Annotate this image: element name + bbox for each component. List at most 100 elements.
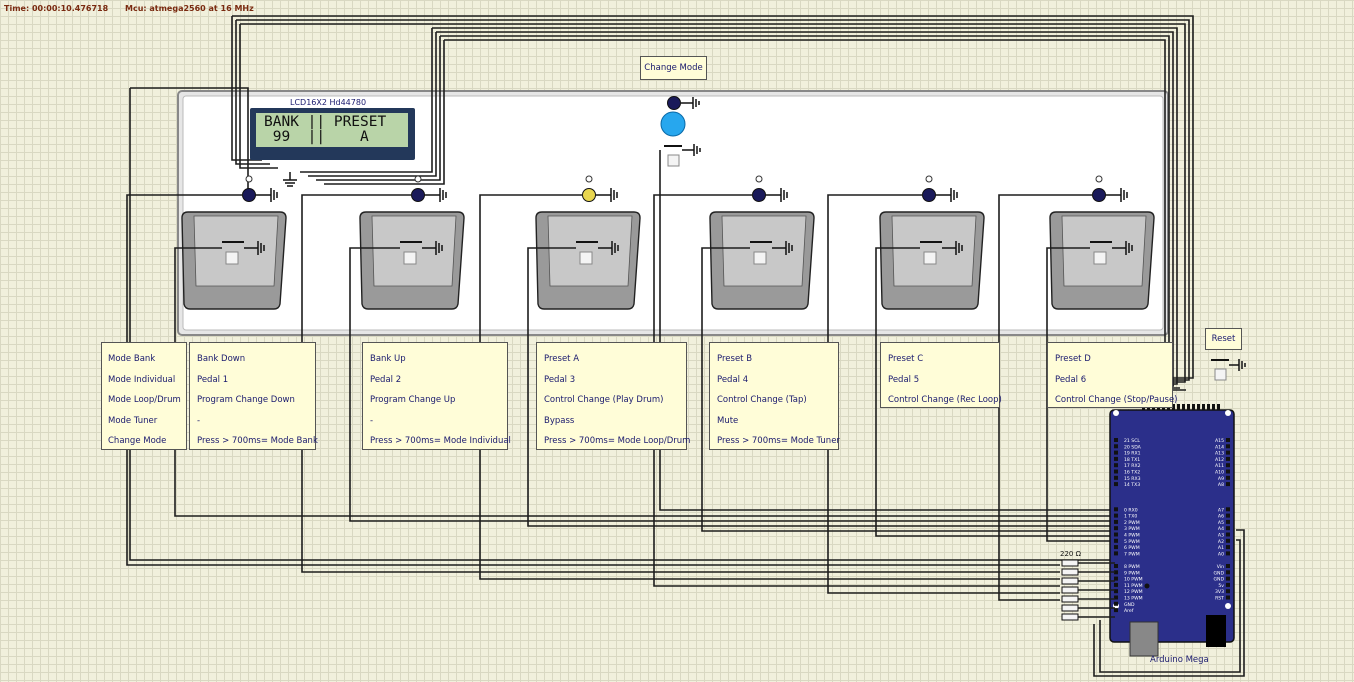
resistor [1061,595,1079,603]
note-line: - [197,415,201,426]
pin-label: GND [1124,602,1135,608]
led-icon [752,188,766,202]
note-line: Mute [717,415,739,426]
note-line: - [370,415,374,426]
pedal-6-note: Preset D Pedal 6 Control Change (Stop/Pa… [1047,342,1178,408]
note-line: Preset D [1055,354,1091,364]
resistor [1061,586,1079,594]
pedal-face [371,215,457,287]
pin-header [1114,513,1118,518]
mode-legend: Mode Bank Mode Individual Mode Loop/Drum… [101,342,187,450]
pin-header [1226,456,1230,461]
note-line: Press > 700ms= Mode Loop/Drum [544,436,691,446]
lcd-screen: BANK || PRESET 99 || A [256,113,408,147]
pin-header [1114,463,1118,468]
pin-label: 5v [1218,583,1224,589]
note-line: Control Change (Rec Loop) [888,395,1002,405]
pin-header [1226,475,1230,480]
push-button[interactable] [1093,251,1107,265]
pedal-2-note: Bank Up Pedal 2 Program Change Up - Pres… [362,342,511,450]
pin-header [1226,551,1230,556]
pin-label: 14 TX3 [1124,482,1140,488]
pin-label: A9 [1218,476,1224,482]
pin-label: A11 [1215,463,1224,469]
mode-legend-item: Mode Tuner [108,415,158,426]
led-icon [411,188,425,202]
note-line: Control Change (Tap) [717,395,807,405]
pin-label: A6 [1218,514,1224,520]
pin-header [1226,519,1230,524]
led-lead [245,175,253,183]
header-pin [1207,404,1210,410]
mode-legend-item: Change Mode [108,436,167,446]
push-button[interactable] [753,251,767,265]
pin-label: 2 PWM [1124,520,1140,526]
pin-header [1226,482,1230,487]
push-button[interactable] [579,251,593,265]
pin-label: RST [1215,596,1224,602]
led-icon [667,96,681,110]
pin-label: 7 PWM [1124,551,1140,557]
note-line: Pedal 1 [197,374,229,385]
pin-label: 9 PWM [1124,570,1140,576]
pin-header [1114,576,1118,581]
note-line: Pedal 6 [1055,374,1087,385]
pin-label: A8 [1218,482,1224,488]
pin-label: 3V3 [1215,589,1224,595]
mount-hole [1113,410,1119,416]
pin-label: 18 TX1 [1124,457,1140,463]
note-line: Press > 700ms= Mode Bank [197,436,318,446]
push-button[interactable] [403,251,417,265]
pin-header [1114,545,1118,550]
pin-label: 4 PWM [1124,533,1140,539]
pin-header [1114,582,1118,587]
note-line: Control Change (Play Drum) [544,395,664,405]
lcd-line-1: BANK || PRESET [264,114,387,130]
change-mode-switch[interactable] [667,154,680,167]
change-mode-button[interactable]: Change Mode [640,56,707,80]
pin-label: 0 RX0 [1124,507,1138,513]
pin-header [1226,507,1230,512]
lcd-line-2: 99 || A [264,129,369,145]
mount-hole [1225,603,1231,609]
pedal-5-note: Preset C Pedal 5 Control Change (Rec Loo… [880,342,1002,408]
reset-button[interactable]: Reset [1205,328,1242,350]
mode-legend-item: Mode Individual [108,374,176,385]
push-button[interactable] [923,251,937,265]
pin-label: Vin [1217,564,1224,570]
pin-header [1226,582,1230,587]
resistor [1061,577,1079,585]
pin-header [1226,526,1230,531]
pin-label: 20 SDA [1124,444,1142,450]
pin-label: 19 RX1 [1124,451,1141,457]
pin-label: 10 PWM [1124,577,1143,583]
pin-header [1226,463,1230,468]
pin-header [1114,526,1118,531]
resistor-label: 220 Ω [1060,550,1081,558]
pin-header [1114,438,1118,442]
circuit-schematic: 21 SCL20 SDA19 RX118 TX117 RX216 TX215 R… [126,15,1246,677]
pin-header [1226,545,1230,550]
lcd-display: BANK || PRESET 99 || A [250,108,415,160]
led-on-icon [582,188,596,202]
pedal-face [193,215,279,287]
push-button[interactable] [225,251,239,265]
reset-switch[interactable] [1214,368,1227,381]
resistor [1061,613,1079,621]
lcd-title: LCD16X2 Hd44780 [290,98,367,107]
pin-label: A4 [1218,526,1224,532]
pin-header [1114,519,1118,524]
ground-icon [1229,359,1246,371]
resistor [1061,568,1079,576]
pin-label: 21 SCL [1124,438,1140,444]
pin-label: 11 PWM [1124,583,1143,589]
pin-header [1226,595,1230,600]
pedal-face [891,215,977,287]
pin-label: GND [1213,570,1224,576]
header-pin [1197,404,1200,410]
header-pin [1212,404,1215,410]
led-lead [414,175,422,183]
led-lead [755,175,763,183]
status-led-blue-icon [660,111,686,137]
pin-label: A10 [1215,470,1224,476]
